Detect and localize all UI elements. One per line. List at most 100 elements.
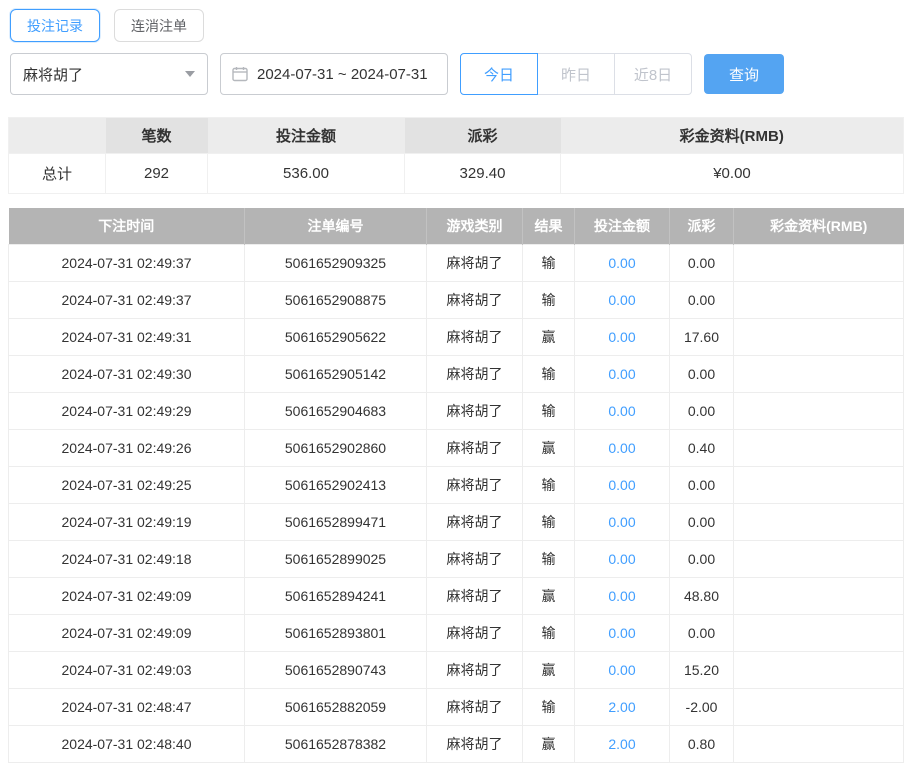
tab-cancelled-orders[interactable]: 连消注单 — [114, 9, 204, 42]
bet-time-cell: 2024-07-31 02:49:26 — [8, 428, 245, 467]
table-row: 2024-07-31 02:49:09 5061652894241 麻将胡了 赢… — [8, 576, 904, 615]
bet-amount-cell: 2.00 — [574, 687, 670, 726]
summary-header-row: 笔数 投注金额 派彩 彩金资料(RMB) — [8, 117, 904, 154]
payout-cell: 0.00 — [669, 391, 734, 430]
bet-amount-cell: 0.00 — [574, 502, 670, 541]
bet-amount-link[interactable]: 0.00 — [608, 551, 635, 567]
summary-total-label: 总计 — [8, 153, 106, 194]
date-range-input[interactable]: 2024-07-31 ~ 2024-07-31 — [220, 53, 448, 95]
payout-cell: 0.80 — [669, 724, 734, 763]
summary-header-bonus: 彩金资料(RMB) — [560, 117, 904, 154]
bet-amount-cell: 0.00 — [574, 539, 670, 578]
bonus-cell — [733, 243, 904, 282]
bet-time-cell: 2024-07-31 02:49:25 — [8, 465, 245, 504]
summary-header-count: 笔数 — [105, 117, 208, 154]
bet-amount-link[interactable]: 2.00 — [608, 736, 635, 752]
game-type-cell: 麻将胡了 — [426, 539, 523, 578]
result-cell: 输 — [522, 687, 575, 726]
table-row: 2024-07-31 02:49:25 5061652902413 麻将胡了 输… — [8, 465, 904, 504]
bet-amount-link[interactable]: 0.00 — [608, 292, 635, 308]
result-cell: 赢 — [522, 576, 575, 615]
table-row: 2024-07-31 02:49:03 5061652890743 麻将胡了 赢… — [8, 650, 904, 689]
bonus-cell — [733, 650, 904, 689]
order-number-cell: 5061652902860 — [244, 428, 427, 467]
bet-amount-cell: 0.00 — [574, 576, 670, 615]
result-cell: 输 — [522, 354, 575, 393]
header-order-number: 注单编号 — [244, 208, 427, 244]
order-number-cell: 5061652893801 — [244, 613, 427, 652]
bet-amount-cell: 0.00 — [574, 243, 670, 282]
header-bet-amount: 投注金额 — [574, 208, 670, 244]
bonus-cell — [733, 465, 904, 504]
bonus-cell — [733, 613, 904, 652]
order-number-cell: 5061652905142 — [244, 354, 427, 393]
bet-amount-link[interactable]: 0.00 — [608, 662, 635, 678]
order-number-cell: 5061652894241 — [244, 576, 427, 615]
bet-amount-link[interactable]: 0.00 — [608, 440, 635, 456]
order-number-cell: 5061652904683 — [244, 391, 427, 430]
yesterday-button[interactable]: 昨日 — [537, 53, 615, 95]
payout-cell: 17.60 — [669, 317, 734, 356]
table-row: 2024-07-31 02:49:19 5061652899471 麻将胡了 输… — [8, 502, 904, 541]
bet-amount-cell: 0.00 — [574, 613, 670, 652]
result-cell: 输 — [522, 613, 575, 652]
bet-amount-link[interactable]: 0.00 — [608, 366, 635, 382]
payout-cell: 0.00 — [669, 539, 734, 578]
result-cell: 输 — [522, 391, 575, 430]
bonus-cell — [733, 391, 904, 430]
bonus-cell — [733, 280, 904, 319]
game-select[interactable]: 麻将胡了 — [10, 53, 208, 95]
bet-amount-cell: 0.00 — [574, 280, 670, 319]
result-cell: 输 — [522, 243, 575, 282]
game-type-cell: 麻将胡了 — [426, 391, 523, 430]
summary-payout-value: 329.40 — [404, 153, 561, 194]
quick-date-group: 今日 昨日 近8日 — [460, 53, 692, 95]
last-8-days-button[interactable]: 近8日 — [614, 53, 692, 95]
bet-amount-link[interactable]: 0.00 — [608, 329, 635, 345]
order-number-cell: 5061652890743 — [244, 650, 427, 689]
bonus-cell — [733, 354, 904, 393]
bet-time-cell: 2024-07-31 02:49:29 — [8, 391, 245, 430]
query-button[interactable]: 查询 — [704, 54, 784, 94]
today-button[interactable]: 今日 — [460, 53, 538, 95]
bet-amount-cell: 0.00 — [574, 650, 670, 689]
result-cell: 输 — [522, 502, 575, 541]
order-number-cell: 5061652878382 — [244, 724, 427, 763]
bet-amount-link[interactable]: 0.00 — [608, 255, 635, 271]
game-type-cell: 麻将胡了 — [426, 354, 523, 393]
bet-amount-link[interactable]: 0.00 — [608, 403, 635, 419]
result-cell: 赢 — [522, 317, 575, 356]
filter-bar: 麻将胡了 2024-07-31 ~ 2024-07-31 今日 昨日 近8日 查… — [10, 53, 912, 95]
bet-time-cell: 2024-07-31 02:49:30 — [8, 354, 245, 393]
game-type-cell: 麻将胡了 — [426, 613, 523, 652]
bet-amount-link[interactable]: 2.00 — [608, 699, 635, 715]
game-type-cell: 麻将胡了 — [426, 650, 523, 689]
bonus-cell — [733, 317, 904, 356]
game-type-cell: 麻将胡了 — [426, 687, 523, 726]
bet-amount-cell: 0.00 — [574, 391, 670, 430]
bet-amount-link[interactable]: 0.00 — [608, 514, 635, 530]
header-game-type: 游戏类别 — [426, 208, 523, 244]
bet-time-cell: 2024-07-31 02:48:47 — [8, 687, 245, 726]
game-select-value: 麻将胡了 — [23, 66, 84, 84]
header-bet-time: 下注时间 — [8, 208, 245, 244]
bet-amount-link[interactable]: 0.00 — [608, 477, 635, 493]
bonus-cell — [733, 724, 904, 763]
header-bonus: 彩金资料(RMB) — [733, 208, 904, 244]
game-type-cell: 麻将胡了 — [426, 280, 523, 319]
table-row: 2024-07-31 02:49:37 5061652908875 麻将胡了 输… — [8, 280, 904, 319]
table-row: 2024-07-31 02:49:18 5061652899025 麻将胡了 输… — [8, 539, 904, 578]
bet-time-cell: 2024-07-31 02:49:19 — [8, 502, 245, 541]
bet-amount-link[interactable]: 0.00 — [608, 625, 635, 641]
order-number-cell: 5061652899025 — [244, 539, 427, 578]
payout-cell: 0.00 — [669, 243, 734, 282]
summary-row: 总计 292 536.00 329.40 ¥0.00 — [8, 153, 904, 194]
bet-time-cell: 2024-07-31 02:49:37 — [8, 280, 245, 319]
payout-cell: 0.00 — [669, 354, 734, 393]
payout-cell: 0.00 — [669, 502, 734, 541]
bet-amount-link[interactable]: 0.00 — [608, 588, 635, 604]
summary-bet-amount-value: 536.00 — [207, 153, 405, 194]
tab-betting-records[interactable]: 投注记录 — [10, 9, 100, 42]
bet-amount-cell: 0.00 — [574, 465, 670, 504]
game-type-cell: 麻将胡了 — [426, 317, 523, 356]
